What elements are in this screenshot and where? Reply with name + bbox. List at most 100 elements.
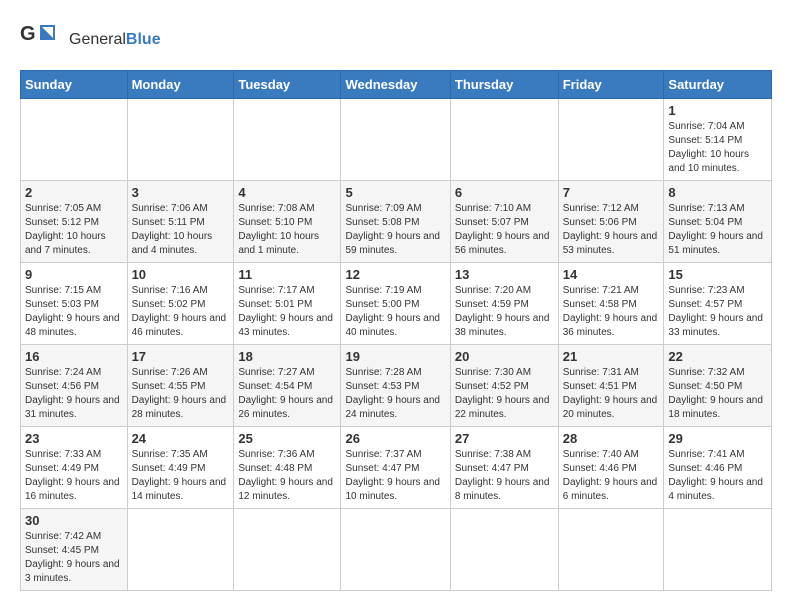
day-number: 7 — [563, 185, 660, 200]
day-info: Sunrise: 7:04 AMSunset: 5:14 PMDaylight:… — [668, 120, 767, 176]
calendar-cell: 7 Sunrise: 7:12 AMSunset: 5:06 PMDaylight… — [558, 181, 664, 263]
day-info: Sunrise: 7:13 AMSunset: 5:04 PMDaylight:… — [668, 202, 767, 258]
day-info: Sunrise: 7:16 AMSunset: 5:02 PMDaylight:… — [132, 284, 230, 340]
calendar-cell — [341, 99, 450, 181]
day-number: 21 — [563, 349, 660, 364]
day-info: Sunrise: 7:26 AMSunset: 4:55 PMDaylight:… — [132, 366, 230, 422]
calendar-cell — [450, 509, 558, 591]
calendar-cell: 23Sunrise: 7:33 AMSunset: 4:49 PMDayligh… — [21, 427, 128, 509]
day-number: 12 — [345, 267, 445, 282]
calendar-cell: 14 Sunrise: 7:21 AMSunset: 4:58 PMDayligh… — [558, 263, 664, 345]
calendar-cell: 3 Sunrise: 7:06 AMSunset: 5:11 PMDaylight… — [127, 181, 234, 263]
calendar-cell: 24 Sunrise: 7:35 AMSunset: 4:49 PMDayligh… — [127, 427, 234, 509]
day-number: 18 — [238, 349, 336, 364]
day-info: Sunrise: 7:12 AMSunset: 5:06 PMDaylight:… — [563, 202, 660, 258]
day-info: Sunrise: 7:36 AMSunset: 4:48 PMDaylight:… — [238, 448, 336, 504]
calendar-cell: 8 Sunrise: 7:13 AMSunset: 5:04 PMDaylight… — [664, 181, 772, 263]
day-number: 25 — [238, 431, 336, 446]
day-number: 2 — [25, 185, 123, 200]
day-number: 8 — [668, 185, 767, 200]
day-number: 30 — [25, 513, 123, 528]
day-number: 17 — [132, 349, 230, 364]
column-header-friday: Friday — [558, 71, 664, 99]
day-number: 3 — [132, 185, 230, 200]
calendar-cell: 12 Sunrise: 7:19 AMSunset: 5:00 PMDayligh… — [341, 263, 450, 345]
calendar-cell: 29 Sunrise: 7:41 AMSunset: 4:46 PMDayligh… — [664, 427, 772, 509]
calendar-cell: 11 Sunrise: 7:17 AMSunset: 5:01 PMDayligh… — [234, 263, 341, 345]
calendar-cell: 17 Sunrise: 7:26 AMSunset: 4:55 PMDayligh… — [127, 345, 234, 427]
column-header-saturday: Saturday — [664, 71, 772, 99]
column-header-thursday: Thursday — [450, 71, 558, 99]
calendar-cell: 30 Sunrise: 7:42 AMSunset: 4:45 PMDayligh… — [21, 509, 128, 591]
calendar-cell: 5 Sunrise: 7:09 AMSunset: 5:08 PMDaylight… — [341, 181, 450, 263]
calendar-cell: 28 Sunrise: 7:40 AMSunset: 4:46 PMDayligh… — [558, 427, 664, 509]
day-info: Sunrise: 7:42 AMSunset: 4:45 PMDaylight:… — [25, 530, 123, 586]
day-info: Sunrise: 7:35 AMSunset: 4:49 PMDaylight:… — [132, 448, 230, 504]
day-number: 11 — [238, 267, 336, 282]
day-number: 24 — [132, 431, 230, 446]
calendar-week-row: 30 Sunrise: 7:42 AMSunset: 4:45 PMDayligh… — [21, 509, 772, 591]
calendar-week-row: 9 Sunrise: 7:15 AMSunset: 5:03 PMDaylight… — [21, 263, 772, 345]
day-info: Sunrise: 7:23 AMSunset: 4:57 PMDaylight:… — [668, 284, 767, 340]
calendar-cell: 21 Sunrise: 7:31 AMSunset: 4:51 PMDayligh… — [558, 345, 664, 427]
day-info: Sunrise: 7:21 AMSunset: 4:58 PMDaylight:… — [563, 284, 660, 340]
page-header: GGeneralBlue — [20, 20, 772, 60]
calendar-cell — [127, 509, 234, 591]
logo-blue: Blue — [126, 31, 161, 48]
calendar-week-row: 1Sunrise: 7:04 AMSunset: 5:14 PMDaylight… — [21, 99, 772, 181]
day-number: 20 — [455, 349, 554, 364]
day-number: 13 — [455, 267, 554, 282]
calendar-cell: 13 Sunrise: 7:20 AMSunset: 4:59 PMDayligh… — [450, 263, 558, 345]
day-number: 15 — [668, 267, 767, 282]
day-info: Sunrise: 7:38 AMSunset: 4:47 PMDaylight:… — [455, 448, 554, 504]
day-info: Sunrise: 7:41 AMSunset: 4:46 PMDaylight:… — [668, 448, 767, 504]
calendar-cell — [341, 509, 450, 591]
calendar-cell — [234, 509, 341, 591]
calendar-cell — [450, 99, 558, 181]
day-info: Sunrise: 7:05 AMSunset: 5:12 PMDaylight:… — [25, 202, 123, 258]
day-number: 5 — [345, 185, 445, 200]
calendar-cell: 25 Sunrise: 7:36 AMSunset: 4:48 PMDayligh… — [234, 427, 341, 509]
day-info: Sunrise: 7:17 AMSunset: 5:01 PMDaylight:… — [238, 284, 336, 340]
calendar-cell — [664, 509, 772, 591]
calendar-cell — [127, 99, 234, 181]
day-info: Sunrise: 7:33 AMSunset: 4:49 PMDaylight:… — [25, 448, 123, 504]
day-info: Sunrise: 7:40 AMSunset: 4:46 PMDaylight:… — [563, 448, 660, 504]
column-header-tuesday: Tuesday — [234, 71, 341, 99]
calendar-cell: 10 Sunrise: 7:16 AMSunset: 5:02 PMDayligh… — [127, 263, 234, 345]
calendar-cell — [558, 509, 664, 591]
day-number: 29 — [668, 431, 767, 446]
day-info: Sunrise: 7:19 AMSunset: 5:00 PMDaylight:… — [345, 284, 445, 340]
day-info: Sunrise: 7:24 AMSunset: 4:56 PMDaylight:… — [25, 366, 123, 422]
day-number: 19 — [345, 349, 445, 364]
svg-text:G: G — [20, 23, 36, 45]
day-info: Sunrise: 7:06 AMSunset: 5:11 PMDaylight:… — [132, 202, 230, 258]
calendar-cell — [234, 99, 341, 181]
calendar-cell: 15 Sunrise: 7:23 AMSunset: 4:57 PMDayligh… — [664, 263, 772, 345]
day-info: Sunrise: 7:30 AMSunset: 4:52 PMDaylight:… — [455, 366, 554, 422]
day-number: 10 — [132, 267, 230, 282]
day-number: 22 — [668, 349, 767, 364]
day-number: 14 — [563, 267, 660, 282]
calendar-table: SundayMondayTuesdayWednesdayThursdayFrid… — [20, 70, 772, 591]
day-info: Sunrise: 7:09 AMSunset: 5:08 PMDaylight:… — [345, 202, 445, 258]
calendar-cell: 18Sunrise: 7:27 AMSunset: 4:54 PMDayligh… — [234, 345, 341, 427]
calendar-cell: 26Sunrise: 7:37 AMSunset: 4:47 PMDayligh… — [341, 427, 450, 509]
day-number: 28 — [563, 431, 660, 446]
day-number: 16 — [25, 349, 123, 364]
column-header-sunday: Sunday — [21, 71, 128, 99]
day-number: 9 — [25, 267, 123, 282]
day-info: Sunrise: 7:08 AMSunset: 5:10 PMDaylight:… — [238, 202, 336, 258]
day-info: Sunrise: 7:28 AMSunset: 4:53 PMDaylight:… — [345, 366, 445, 422]
calendar-cell: 2 Sunrise: 7:05 AMSunset: 5:12 PMDaylight… — [21, 181, 128, 263]
day-info: Sunrise: 7:31 AMSunset: 4:51 PMDaylight:… — [563, 366, 660, 422]
day-info: Sunrise: 7:15 AMSunset: 5:03 PMDaylight:… — [25, 284, 123, 340]
day-info: Sunrise: 7:20 AMSunset: 4:59 PMDaylight:… — [455, 284, 554, 340]
calendar-week-row: 23Sunrise: 7:33 AMSunset: 4:49 PMDayligh… — [21, 427, 772, 509]
calendar-cell — [21, 99, 128, 181]
calendar-week-row: 2 Sunrise: 7:05 AMSunset: 5:12 PMDaylight… — [21, 181, 772, 263]
column-header-monday: Monday — [127, 71, 234, 99]
calendar-cell: 9 Sunrise: 7:15 AMSunset: 5:03 PMDaylight… — [21, 263, 128, 345]
calendar-cell: 19 Sunrise: 7:28 AMSunset: 4:53 PMDayligh… — [341, 345, 450, 427]
calendar-cell: 4Sunrise: 7:08 AMSunset: 5:10 PMDaylight… — [234, 181, 341, 263]
